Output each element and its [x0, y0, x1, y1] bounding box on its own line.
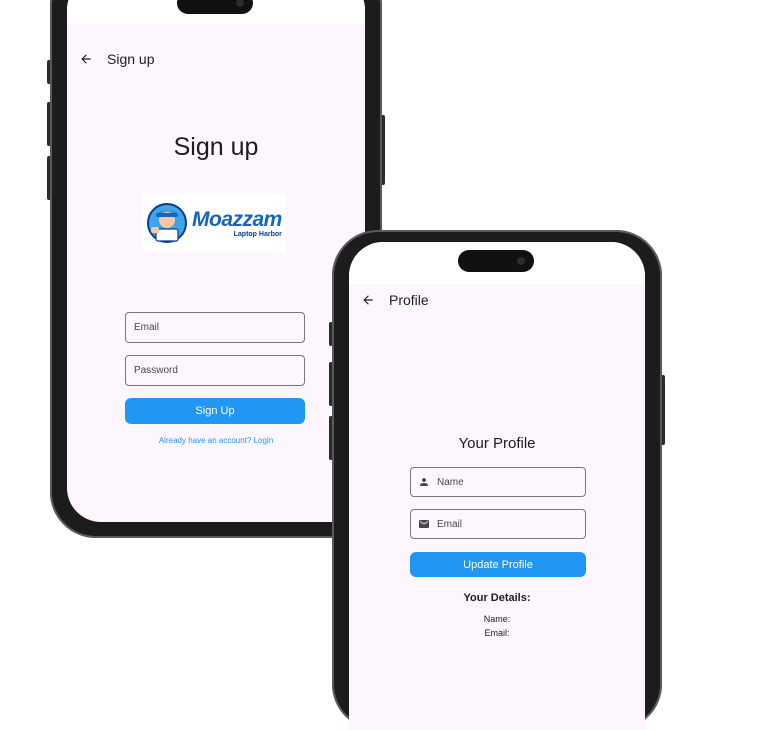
profile-screen: Profile Your Profile Update Profile Your… — [349, 242, 645, 730]
app-bar-title: Sign up — [107, 51, 155, 67]
app-bar: Sign up — [67, 39, 365, 79]
arrow-back-icon[interactable] — [357, 289, 379, 311]
profile-phone: Profile Your Profile Update Profile Your… — [329, 230, 665, 730]
email-field[interactable] — [410, 509, 586, 539]
signup-button[interactable]: Sign Up — [125, 398, 305, 424]
dynamic-island — [177, 0, 253, 14]
app-bar: Profile — [349, 280, 645, 320]
email-field[interactable] — [125, 312, 305, 343]
details-heading: Your Details: — [463, 592, 531, 604]
password-field[interactable] — [125, 355, 305, 386]
logo-tagline: Laptop Harbor — [233, 230, 282, 238]
name-field[interactable] — [410, 467, 586, 497]
email-input[interactable] — [126, 322, 304, 333]
dynamic-island — [458, 250, 534, 272]
person-icon — [417, 475, 431, 489]
login-link[interactable]: Already have an account? Login — [67, 436, 365, 445]
update-profile-button[interactable]: Update Profile — [410, 552, 586, 577]
email-detail: Email: — [484, 628, 510, 638]
page-title: Sign up — [173, 133, 259, 161]
arrow-back-icon[interactable] — [75, 48, 97, 70]
name-input[interactable] — [431, 476, 585, 488]
password-input[interactable] — [126, 365, 304, 376]
name-detail: Name: — [483, 614, 511, 624]
mail-icon — [417, 517, 431, 531]
app-bar-title: Profile — [389, 292, 429, 308]
email-input[interactable] — [431, 518, 585, 530]
mascot-icon — [147, 203, 187, 243]
signup-screen: Sign up Sign up Moazzam Laptop Harbor Si… — [67, 0, 365, 522]
page-title: Your Profile — [458, 435, 536, 452]
logo-name: Moazzam — [192, 207, 282, 231]
logo: Moazzam Laptop Harbor — [143, 193, 286, 253]
